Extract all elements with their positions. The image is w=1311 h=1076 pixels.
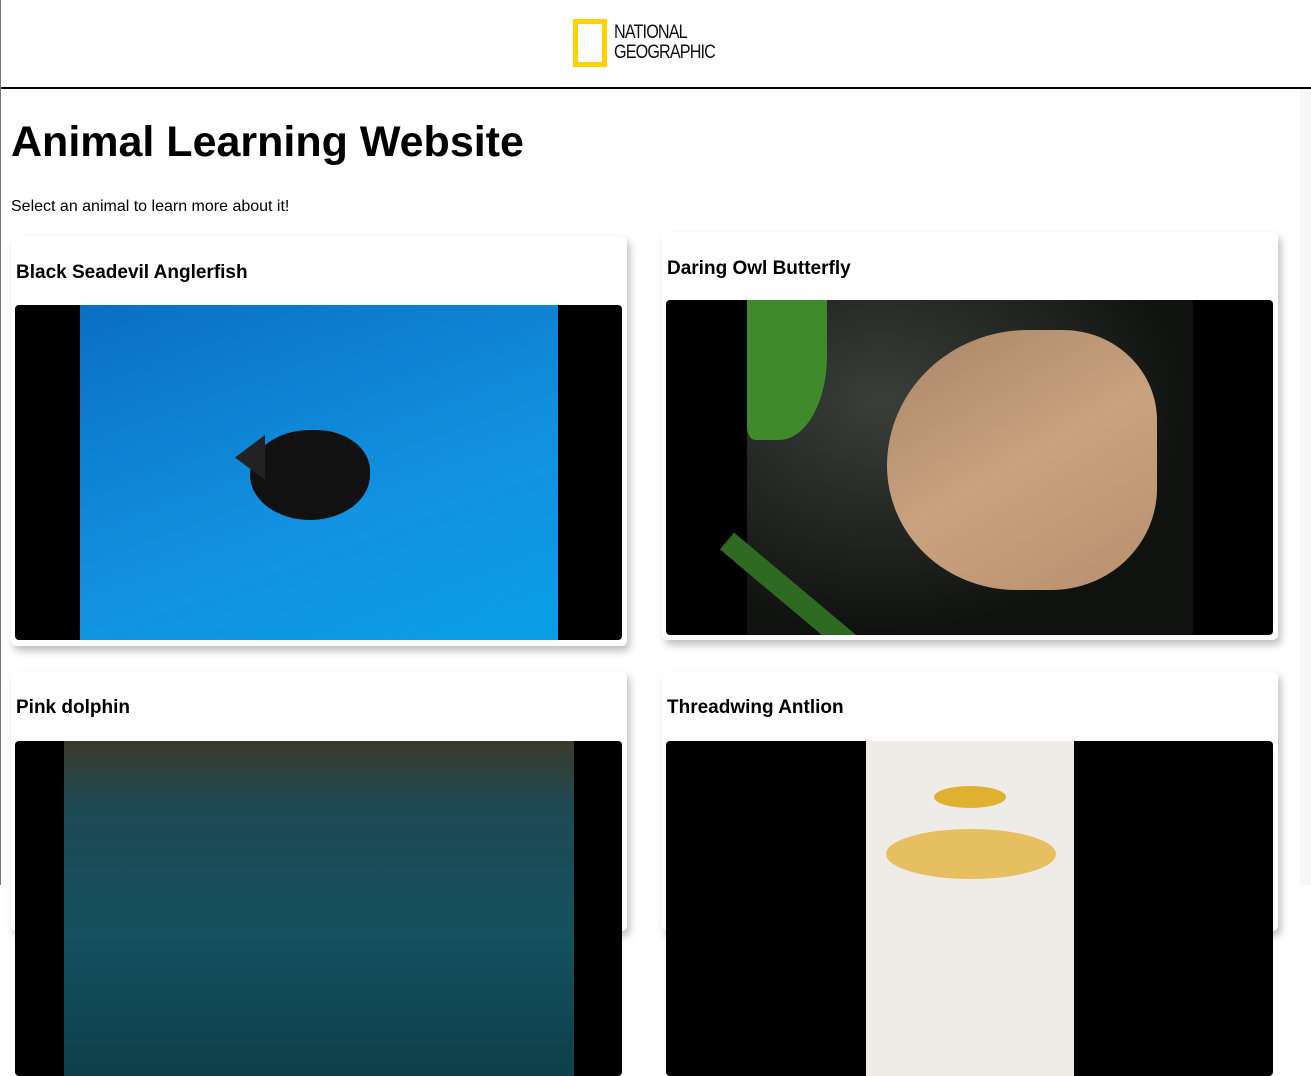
intro-text: Select an animal to learn more about it! [11, 198, 290, 215]
national-geographic-logo[interactable]: NATIONAL GEOGRAPHIC [573, 19, 733, 67]
animal-name: Threadwing Antlion [667, 697, 844, 718]
animal-name: Daring Owl Butterfly [667, 258, 851, 279]
animal-card-anglerfish[interactable]: Black Seadevil Anglerfish [11, 236, 627, 646]
logo-text-line2: GEOGRAPHIC [614, 42, 716, 63]
pink-dolphin-image[interactable] [15, 741, 622, 1076]
yellow-border-icon [573, 19, 607, 67]
owl-butterfly-image[interactable] [666, 300, 1273, 635]
animal-card-pink-dolphin[interactable]: Pink dolphin [11, 671, 627, 1076]
antlion-image[interactable] [666, 741, 1273, 1076]
anglerfish-image[interactable] [15, 305, 622, 640]
animal-name: Black Seadevil Anglerfish [16, 262, 248, 283]
animal-card-threadwing-antlion[interactable]: Threadwing Antlion [662, 671, 1278, 1076]
scrollbar[interactable] [1300, 89, 1311, 885]
animal-card-owl-butterfly[interactable]: Daring Owl Butterfly [662, 232, 1278, 640]
page-title: Animal Learning Website [11, 118, 524, 166]
logo-text-line1: NATIONAL [614, 22, 688, 43]
animal-name: Pink dolphin [16, 697, 130, 718]
site-header: NATIONAL GEOGRAPHIC [1, 0, 1311, 89]
